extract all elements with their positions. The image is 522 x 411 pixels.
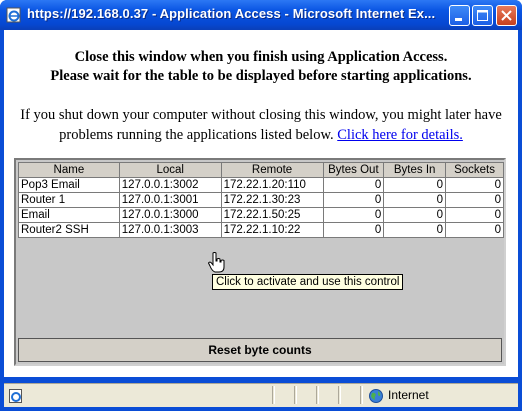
reset-byte-counts-button[interactable]: Reset byte counts bbox=[18, 338, 502, 362]
cell-local: 127.0.0.1:3002 bbox=[118, 177, 222, 193]
cell-bytes-in: 0 bbox=[383, 222, 447, 238]
page-content: Close this window when you finish using … bbox=[4, 30, 518, 377]
cell-bytes-out: 0 bbox=[322, 177, 385, 193]
cell-sockets: 0 bbox=[445, 192, 504, 208]
cell-name: Router 1 bbox=[18, 192, 120, 208]
status-bar: Internet bbox=[4, 383, 518, 407]
column-header-remote[interactable]: Remote bbox=[220, 162, 324, 178]
cell-sockets: 0 bbox=[445, 222, 504, 238]
status-separator bbox=[338, 386, 341, 404]
cell-name: Pop3 Email bbox=[18, 177, 120, 193]
internet-globe-icon bbox=[369, 389, 383, 403]
details-link[interactable]: Click here for details. bbox=[337, 127, 463, 143]
status-separator bbox=[272, 386, 275, 404]
column-header-local[interactable]: Local bbox=[118, 162, 222, 178]
cell-remote: 172.22.1.30:23 bbox=[220, 192, 324, 208]
column-header-sockets[interactable]: Sockets bbox=[445, 162, 504, 178]
tooltip: Click to activate and use this control bbox=[212, 274, 404, 290]
cell-name: Email bbox=[18, 207, 120, 223]
cell-remote: 172.22.1.10:22 bbox=[220, 222, 324, 238]
column-header-bytes-out[interactable]: Bytes Out bbox=[322, 162, 385, 178]
heading-line-1: Close this window when you finish using … bbox=[74, 49, 448, 65]
table-row[interactable]: Email 127.0.0.1:3000 172.22.1.50:25 0 0 … bbox=[18, 207, 504, 223]
page-status-icon bbox=[9, 389, 22, 403]
application-table: Name Local Remote Bytes Out Bytes In Soc… bbox=[18, 162, 504, 238]
close-button[interactable] bbox=[496, 5, 517, 26]
hand-cursor-icon bbox=[207, 252, 225, 273]
window-title: https://192.168.0.37 - Application Acces… bbox=[27, 6, 436, 21]
heading-line-2: Please wait for the table to be displaye… bbox=[50, 68, 472, 84]
cell-bytes-in: 0 bbox=[383, 192, 447, 208]
table-row[interactable]: Router 1 127.0.0.1:3001 172.22.1.30:23 0… bbox=[18, 192, 504, 208]
table-row[interactable]: Router2 SSH 127.0.0.1:3003 172.22.1.10:2… bbox=[18, 222, 504, 238]
column-header-bytes-in[interactable]: Bytes In bbox=[383, 162, 447, 178]
cell-sockets: 0 bbox=[445, 207, 504, 223]
application-table-frame: Name Local Remote Bytes Out Bytes In Soc… bbox=[14, 158, 506, 366]
cell-bytes-out: 0 bbox=[322, 192, 385, 208]
cell-local: 127.0.0.1:3001 bbox=[118, 192, 222, 208]
ie-page-icon bbox=[6, 7, 21, 23]
browser-window: https://192.168.0.37 - Application Acces… bbox=[0, 0, 522, 411]
table-header-row: Name Local Remote Bytes Out Bytes In Soc… bbox=[18, 162, 504, 178]
cell-local: 127.0.0.1:3003 bbox=[118, 222, 222, 238]
close-icon bbox=[501, 10, 512, 21]
status-separator bbox=[316, 386, 319, 404]
cell-remote: 172.22.1.20:110 bbox=[220, 177, 324, 193]
column-header-name[interactable]: Name bbox=[18, 162, 120, 178]
cell-remote: 172.22.1.50:25 bbox=[220, 207, 324, 223]
cell-bytes-out: 0 bbox=[322, 222, 385, 238]
minimize-button[interactable] bbox=[449, 5, 470, 26]
status-separator bbox=[360, 386, 363, 404]
cell-sockets: 0 bbox=[445, 177, 504, 193]
cell-name: Router2 SSH bbox=[18, 222, 120, 238]
cell-bytes-in: 0 bbox=[383, 207, 447, 223]
maximize-button[interactable] bbox=[472, 5, 493, 26]
security-zone-label: Internet bbox=[388, 388, 429, 402]
table-row[interactable]: Pop3 Email 127.0.0.1:3002 172.22.1.20:11… bbox=[18, 177, 504, 193]
maximize-icon bbox=[477, 10, 488, 21]
title-bar[interactable]: https://192.168.0.37 - Application Acces… bbox=[0, 0, 522, 30]
cell-bytes-out: 0 bbox=[322, 207, 385, 223]
warning-paragraph: If you shut down your computer without c… bbox=[4, 105, 518, 145]
status-separator bbox=[294, 386, 297, 404]
minimize-icon bbox=[455, 18, 462, 21]
cell-local: 127.0.0.1:3000 bbox=[118, 207, 222, 223]
instructions-heading: Close this window when you finish using … bbox=[4, 48, 518, 86]
cell-bytes-in: 0 bbox=[383, 177, 447, 193]
